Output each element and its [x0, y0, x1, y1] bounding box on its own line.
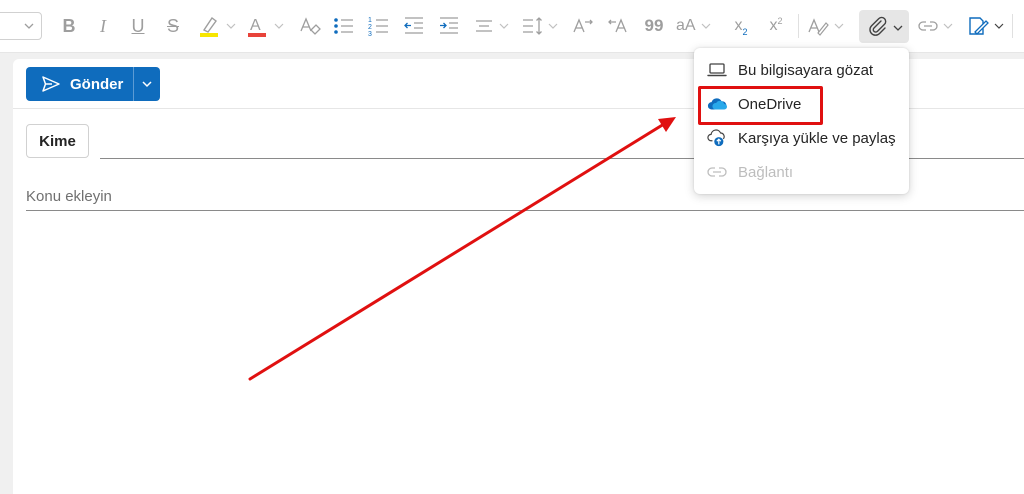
decrease-indent-icon[interactable]: [402, 14, 426, 38]
signature-icon[interactable]: [966, 14, 1006, 38]
svg-text:1: 1: [368, 17, 372, 24]
menu-item-browse-computer[interactable]: Bu bilgisayara gözat: [694, 53, 909, 87]
attach-button[interactable]: [859, 10, 909, 43]
bold-icon[interactable]: B: [60, 14, 78, 38]
send-icon: [41, 75, 61, 93]
numbering-icon[interactable]: 1 2 3: [367, 14, 391, 38]
menu-item-link: Bağlantı: [694, 155, 909, 189]
cloud-upload-icon: [707, 128, 727, 148]
send-label: Gönder: [70, 75, 124, 93]
formatting-ribbon: B I U S A 1 2 3 99 aA x 2 x 2: [0, 0, 1024, 53]
align-icon[interactable]: [473, 14, 511, 38]
styles-icon[interactable]: [806, 14, 846, 38]
ribbon-separator: [1012, 14, 1013, 38]
laptop-icon: [707, 61, 727, 79]
svg-text:3: 3: [368, 31, 372, 38]
to-button[interactable]: Kime: [26, 124, 89, 158]
chevron-down-icon: [892, 21, 904, 39]
clear-formatting-icon[interactable]: [298, 14, 322, 38]
subject-underline: [26, 210, 1024, 211]
change-case-icon[interactable]: aA: [676, 14, 716, 38]
strikethrough-icon[interactable]: S: [164, 14, 182, 38]
font-color-icon[interactable]: A: [246, 14, 286, 38]
chevron-down-icon: [141, 78, 153, 90]
bullets-icon[interactable]: [332, 14, 356, 38]
send-button-group: Gönder: [26, 67, 160, 101]
rtl-icon[interactable]: [606, 14, 630, 38]
link-icon: [707, 165, 727, 179]
font-color-letter: A: [250, 17, 261, 34]
quote-icon[interactable]: 99: [643, 14, 665, 38]
ribbon-separator: [798, 14, 799, 38]
highlight-icon[interactable]: [198, 14, 238, 38]
chevron-down-icon: [23, 19, 35, 37]
svg-text:2: 2: [368, 24, 372, 31]
increase-indent-icon[interactable]: [437, 14, 461, 38]
menu-item-upload-share[interactable]: Karşıya yükle ve paylaş: [694, 121, 909, 155]
superscript-icon[interactable]: x2: [766, 14, 786, 38]
send-options-button[interactable]: [134, 67, 160, 101]
paperclip-icon: [866, 15, 890, 44]
subscript-icon[interactable]: x2: [731, 14, 751, 38]
ltr-icon[interactable]: [571, 14, 595, 38]
annotation-highlight-box: [698, 86, 823, 125]
send-button[interactable]: Gönder: [26, 67, 133, 101]
italic-icon[interactable]: I: [94, 14, 112, 38]
line-spacing-icon[interactable]: [520, 14, 560, 38]
underline-icon[interactable]: U: [129, 14, 147, 38]
font-size-dropdown[interactable]: [0, 12, 42, 40]
link-icon[interactable]: [918, 14, 956, 38]
